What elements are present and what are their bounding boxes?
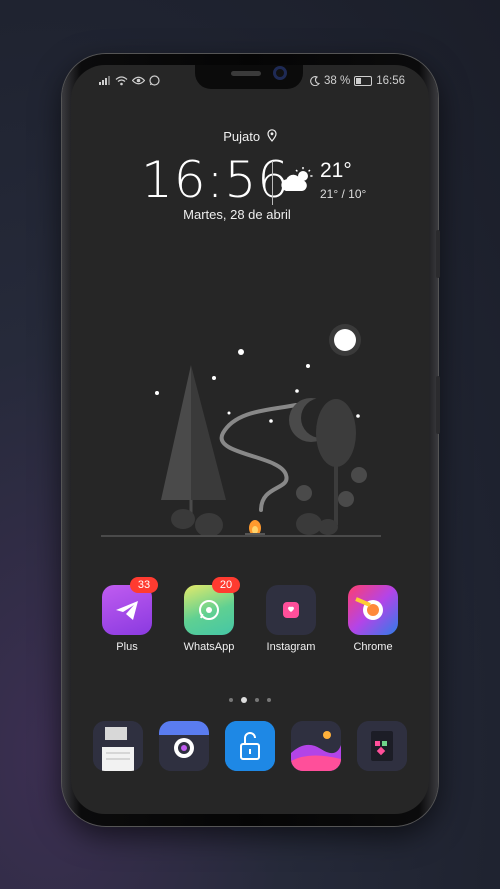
wallpaper-illustration	[101, 324, 381, 537]
status-bar-right: 38 % 16:56	[310, 75, 405, 87]
partly-cloudy-icon[interactable]	[279, 167, 315, 198]
status-time: 16:56	[376, 75, 405, 87]
volume-button	[436, 230, 440, 278]
eye-icon	[132, 76, 145, 85]
earpiece-speaker	[231, 71, 261, 76]
signal-icon	[99, 76, 111, 85]
instagram-icon	[266, 585, 316, 635]
notification-badge: 33	[130, 577, 158, 593]
whatsapp-notification-icon	[149, 75, 160, 86]
location-label[interactable]: Pujato	[71, 129, 429, 144]
current-temperature: 21°	[320, 159, 352, 182]
home-screen: 38 % 16:56 Pujato 16:56 21° 21° / 10° Ma…	[71, 65, 429, 814]
power-button	[436, 376, 440, 434]
clock-time[interactable]: 16:56	[141, 151, 290, 209]
app-whatsapp[interactable]: 20 WhatsApp	[169, 577, 249, 653]
app-label: Instagram	[266, 641, 316, 653]
location-pin-icon	[267, 129, 277, 142]
app-plus[interactable]: 33 Plus	[87, 577, 167, 653]
app-label: WhatsApp	[183, 641, 235, 653]
clock-divider	[272, 161, 273, 205]
whatsapp-icon: 20	[184, 577, 240, 635]
front-camera	[273, 66, 287, 80]
location-name: Pujato	[223, 129, 261, 144]
telegram-plus-icon: 33	[102, 577, 158, 635]
page-dot	[255, 698, 259, 702]
battery-percent: 38 %	[324, 75, 351, 87]
temperature-range: 21° / 10°	[320, 187, 367, 201]
page-dot	[267, 698, 271, 702]
wifi-icon	[115, 75, 128, 86]
date-label[interactable]: Martes, 28 de abril	[137, 207, 337, 222]
save-disk-icon[interactable]	[93, 721, 143, 771]
app-chrome[interactable]: Chrome	[333, 585, 413, 653]
page-indicator[interactable]	[71, 697, 429, 703]
chrome-icon	[348, 585, 398, 635]
camera-icon[interactable]	[159, 721, 209, 771]
page-dot	[229, 698, 233, 702]
app-instagram[interactable]: Instagram	[251, 585, 331, 653]
battery-icon	[354, 76, 373, 86]
moon-icon	[310, 76, 320, 86]
notification-badge: 20	[212, 577, 240, 593]
page-dot-active	[241, 697, 247, 703]
notch	[195, 65, 303, 89]
status-bar-left	[99, 75, 160, 86]
app-label: Chrome	[353, 641, 393, 653]
gallery-icon[interactable]	[291, 721, 341, 771]
app-label: Plus	[116, 641, 138, 653]
store-icon[interactable]	[357, 721, 407, 771]
unlock-icon[interactable]	[225, 721, 275, 771]
phone-frame: 38 % 16:56 Pujato 16:56 21° 21° / 10° Ma…	[62, 54, 440, 826]
